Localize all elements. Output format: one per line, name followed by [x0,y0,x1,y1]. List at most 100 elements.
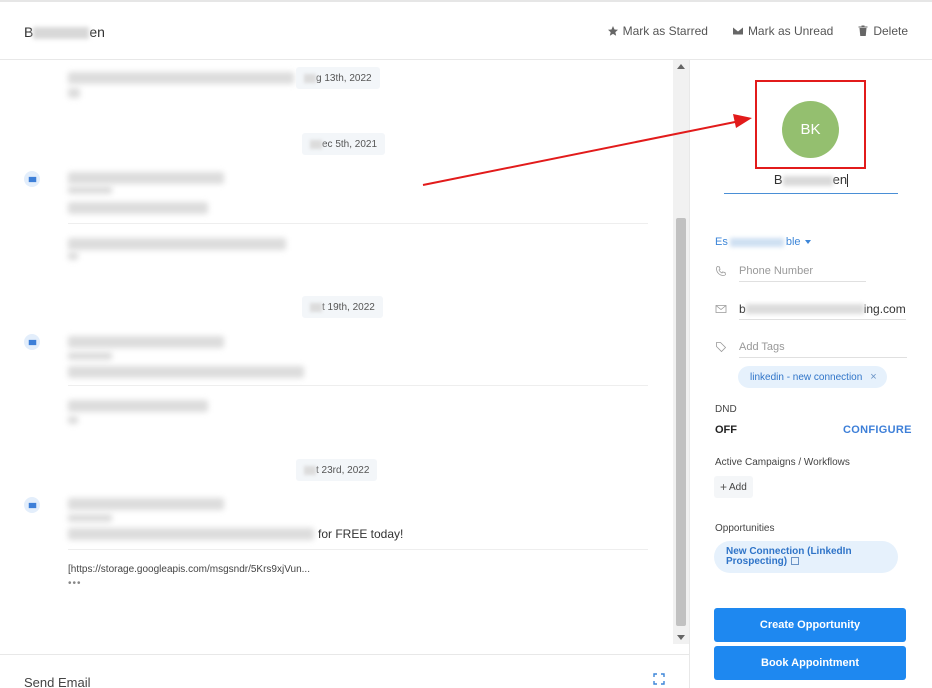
email-row: b ing.com [715,298,906,320]
external-link-icon[interactable] [791,557,800,566]
redacted-text [68,498,224,510]
redacted-text [745,304,864,315]
mark-starred-button[interactable]: Mark as Starred [607,24,708,38]
contact-name-start: B [773,172,783,187]
redacted-text [68,336,224,348]
dnd-value: OFF [715,424,737,436]
redacted-text [68,88,80,98]
opportunity-name: New Connection (LinkedIn Prospecting) [726,546,852,567]
redacted-text [68,72,294,84]
email-input[interactable]: b ing.com [739,298,906,320]
tags-row: Add Tags [715,336,907,358]
send-email-label[interactable]: Send Email [24,675,90,688]
email-value: b ing.com [739,302,906,316]
conversation-header: Ben Mark as Starred Mark as Unread Delet… [0,2,932,60]
message-divider [68,223,648,224]
conversation-scrollbar[interactable] [673,60,689,644]
delete-label: Delete [873,24,908,38]
tags-placeholder: Add Tags [739,340,785,353]
redacted-text [68,202,208,214]
mark-starred-label: Mark as Starred [622,24,708,38]
message-divider [68,549,648,550]
header-actions: Mark as Starred Mark as Unread Delete [607,24,908,38]
phone-input[interactable]: Phone Number [739,260,866,282]
scroll-up-arrow-icon[interactable] [677,64,685,69]
redacted-text [33,27,90,40]
caret-down-icon [804,240,811,244]
annotation-highlight-box [755,80,866,169]
envelope-icon [732,27,743,35]
delete-button[interactable]: Delete [857,24,908,38]
date-label: ec 5th, 2021 [322,138,378,150]
tags-input[interactable]: Add Tags [739,336,907,358]
opportunities-label: Opportunities [715,523,775,534]
date-separator: ec 5th, 2021 [302,133,386,155]
text-cursor [847,174,849,188]
envelope-icon [28,502,36,508]
date-label: g 13th, 2022 [316,72,372,84]
envelope-icon [715,305,727,313]
contact-title-end: en [89,24,105,40]
add-label: Add [729,481,747,493]
contact-title: Ben [24,24,105,40]
email-message-icon [24,171,40,187]
redacted-text [310,302,322,312]
more-indicator[interactable]: ••• [68,578,82,589]
star-icon [607,26,618,36]
date-label: t 19th, 2022 [322,301,375,313]
tag-label: linkedin - new connection [750,371,863,383]
redacted-text [310,139,322,149]
mark-unread-button[interactable]: Mark as Unread [732,24,833,38]
email-start: b [739,301,746,316]
book-appointment-button[interactable]: Book Appointment [714,646,906,680]
redacted-text [68,172,224,184]
redacted-text [304,465,316,475]
close-icon[interactable]: × [870,371,876,383]
redacted-text [68,400,208,412]
redacted-text [68,528,314,540]
create-opportunity-button[interactable]: Create Opportunity [714,608,906,642]
contact-name-end: en [832,172,848,187]
email-message-icon [24,497,40,513]
expand-icon[interactable] [653,673,665,685]
redacted-text [68,366,304,378]
date-separator: t 19th, 2022 [302,296,383,318]
envelope-icon [28,176,36,182]
redacted-text [304,73,316,83]
add-campaign-button[interactable]: + Add [714,476,753,498]
message-divider [68,385,648,386]
scroll-thumb[interactable] [676,218,686,626]
date-separator: t 23rd, 2022 [296,459,378,481]
redacted-text [68,416,78,424]
phone-placeholder: Phone Number [739,264,813,277]
opportunity-card[interactable]: New Connection (LinkedIn Prospecting) [714,541,898,573]
tag-icon [716,342,727,353]
redacted-text [68,514,112,522]
phone-row: Phone Number [715,260,866,282]
contact-name-field[interactable]: Ben [724,172,898,194]
plus-icon: + [720,480,728,494]
envelope-icon [28,339,36,345]
tag-chip[interactable]: linkedin - new connection × [738,366,887,388]
date-label: t 23rd, 2022 [316,464,370,476]
message-text: for FREE today! [318,527,404,541]
scroll-down-arrow-icon[interactable] [677,635,685,640]
owner-dropdown[interactable]: Es ble [715,236,811,248]
redacted-text [68,238,286,250]
redacted-text [68,352,112,360]
configure-button[interactable]: CONFIGURE [843,424,912,436]
dnd-label: DND [715,404,737,415]
email-message-icon [24,334,40,350]
email-composer: Send Email [0,654,690,688]
redacted-text [729,237,784,247]
message-link[interactable]: [https://storage.googleapis.com/msgsndr/… [68,564,310,575]
owner-suffix: ble [785,236,801,248]
mark-unread-label: Mark as Unread [747,24,834,38]
owner-prefix: Es [715,236,728,248]
campaigns-label: Active Campaigns / Workflows [715,457,850,468]
email-end: ing.com [863,301,906,316]
trash-icon [858,25,868,36]
redacted-text [68,252,78,260]
date-separator: g 13th, 2022 [296,67,380,89]
phone-icon [716,266,726,276]
